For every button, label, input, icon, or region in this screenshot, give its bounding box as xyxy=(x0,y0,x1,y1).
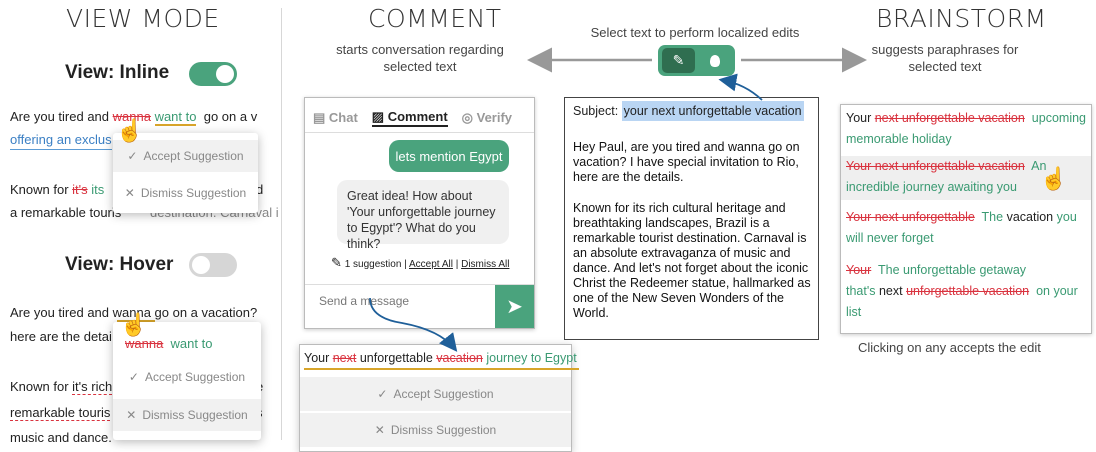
paraphrase-list: Your next unforgettable vacation upcomin… xyxy=(840,104,1092,334)
paraphrase-option-3[interactable]: Your next unforgettable The vacation you… xyxy=(841,207,1091,251)
arrow-suggestion-to-result xyxy=(369,297,458,352)
arrow-selection-to-tool xyxy=(718,73,763,101)
paraphrase-option-4[interactable]: Your The unforgettable getaway that's ne… xyxy=(841,260,1091,326)
brainstorm-title: BRAINSTORM xyxy=(876,4,1047,33)
brainstorm-subtitle: suggests paraphrases for selected text xyxy=(871,42,1019,74)
paraphrase-option-1[interactable]: Your next unforgettable vacation upcomin… xyxy=(841,108,1091,152)
brainstorm-footer: Clicking on any accepts the edit xyxy=(858,340,1041,355)
hand-cursor-icon: ☝ xyxy=(1040,166,1068,191)
